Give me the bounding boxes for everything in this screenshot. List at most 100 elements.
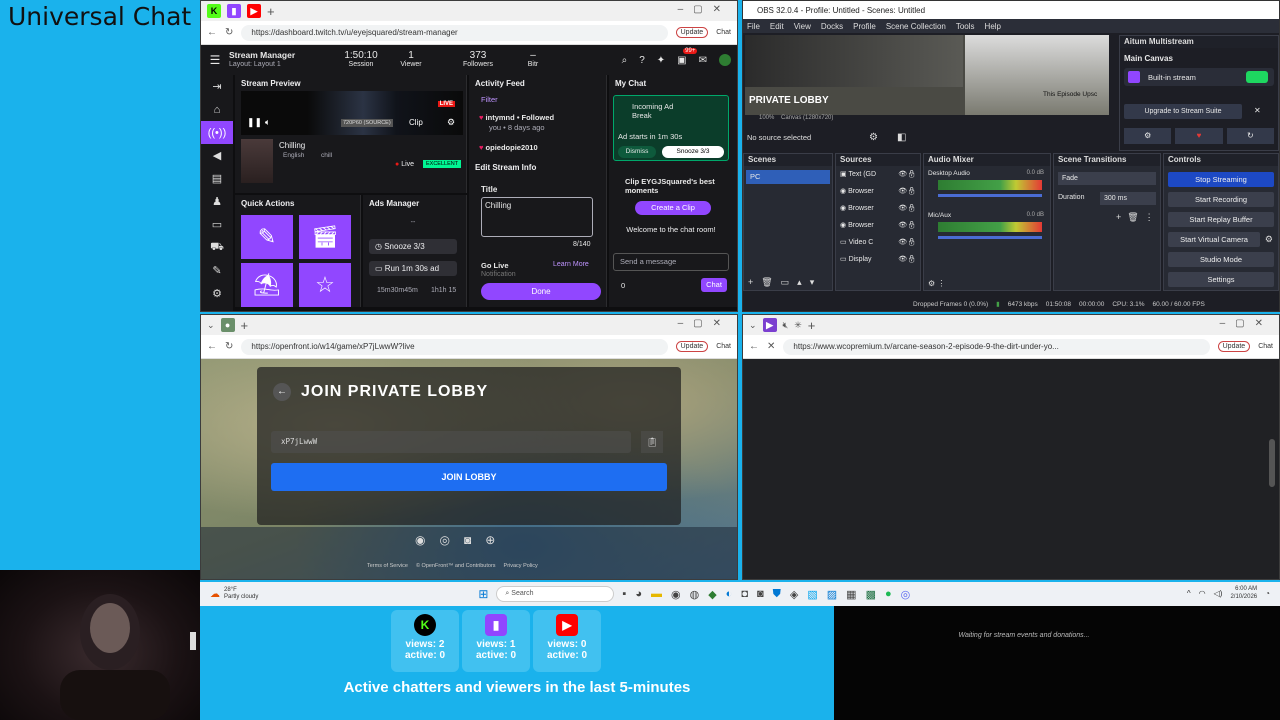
activity-user-2[interactable]: opiedopie2010: [486, 143, 538, 152]
learn-more-link[interactable]: Learn More: [553, 261, 589, 268]
window-controls[interactable]: –▢✕: [1220, 318, 1273, 329]
virtual-camera-settings-icon[interactable]: ⚙: [1265, 234, 1273, 245]
source-item[interactable]: ▣ Text (GD 👁︎🔒︎: [840, 166, 920, 183]
start-recording-button[interactable]: Start Recording: [1168, 192, 1274, 207]
terms-link[interactable]: Terms of Service: [367, 563, 408, 569]
task-view-icon[interactable]: ▪: [622, 588, 626, 601]
menu-scene-collection[interactable]: Scene Collection: [886, 22, 946, 31]
app-icon[interactable]: ◈: [790, 588, 798, 601]
dismiss-button[interactable]: Dismiss: [618, 146, 656, 158]
discord-icon[interactable]: ◎: [901, 588, 911, 601]
windows-start-icon[interactable]: ⊞: [478, 587, 488, 601]
youtube-tab-icon[interactable]: ▶: [247, 4, 261, 18]
edit-action-pencil-icon[interactable]: ✎: [241, 215, 293, 259]
update-button[interactable]: Update: [1217, 341, 1251, 352]
new-tab-icon[interactable]: +: [808, 318, 816, 333]
source-item[interactable]: ▭ Video C 👁︎🔒︎: [840, 234, 920, 251]
star-action-icon[interactable]: ☆: [299, 263, 351, 307]
duration-input[interactable]: 300 ms: [1100, 192, 1156, 205]
back-icon[interactable]: ←: [207, 27, 217, 38]
url-field[interactable]: https://www.wcopremium.tv/arcane-season-…: [783, 338, 1210, 355]
content-icon[interactable]: ▭: [201, 213, 233, 236]
source-item[interactable]: ◉ Browser 👁︎🔒︎: [840, 183, 920, 200]
url-field[interactable]: https://openfront.io/w14/game/xP7jLwwW?l…: [241, 338, 668, 355]
analytics-icon[interactable]: ▤: [201, 167, 233, 190]
chat-button[interactable]: Chat: [716, 343, 731, 350]
quality-selector[interactable]: 720P60 (SOURCE): [341, 119, 393, 127]
app-icon[interactable]: ◆: [708, 588, 716, 601]
mushroom-action-icon[interactable]: ⛱: [241, 263, 293, 307]
chrome-icon[interactable]: ◕: [635, 588, 642, 601]
collapse-icon[interactable]: ⇥: [201, 75, 233, 98]
chat-button[interactable]: Chat: [716, 29, 731, 36]
whispers-icon[interactable]: ✉: [699, 55, 707, 66]
transition-toolbar[interactable]: +🗑︎⋮: [1116, 212, 1160, 223]
mic-audio-slider[interactable]: [938, 236, 1042, 239]
stop-loading-icon[interactable]: ✕: [767, 341, 775, 352]
lobby-code-input[interactable]: xP7jLwwW: [271, 431, 631, 453]
paste-icon[interactable]: 📋︎: [641, 431, 663, 453]
window-controls[interactable]: –▢✕: [678, 318, 731, 329]
join-lobby-button[interactable]: JOIN LOBBY: [271, 463, 667, 491]
openfront-tab-icon[interactable]: ●: [220, 318, 235, 332]
update-button[interactable]: Update: [675, 341, 709, 352]
taskbar-search[interactable]: ⌕ Search: [496, 586, 615, 602]
app-icon[interactable]: ◍: [690, 588, 700, 601]
layout-label[interactable]: Layout: Layout 1: [229, 60, 341, 69]
file-explorer-icon[interactable]: ▬: [651, 588, 662, 601]
tab-list-icon[interactable]: ⌄: [207, 320, 215, 331]
update-button[interactable]: Update: [675, 27, 709, 38]
preview-video[interactable]: LIVE ❚❚ 🔈︎ 720P60 (SOURCE) Clip ⚙: [241, 91, 463, 135]
avatar[interactable]: [719, 54, 731, 66]
excel-icon[interactable]: ▩: [866, 588, 876, 601]
source-item[interactable]: ▭ Display 👁︎🔒︎: [840, 251, 920, 268]
home-icon[interactable]: ⌂: [201, 98, 233, 121]
settings-button[interactable]: Settings: [1168, 272, 1274, 287]
new-tab-icon[interactable]: +: [267, 4, 275, 19]
spotify-icon[interactable]: ●: [885, 588, 892, 601]
back-icon[interactable]: ←: [749, 341, 759, 352]
chat-send-button[interactable]: Chat: [701, 278, 727, 292]
settings-icon[interactable]: ⚙: [201, 282, 233, 305]
reddit-icon[interactable]: ◎: [439, 533, 449, 547]
source-filters-icon[interactable]: ◧: [897, 132, 906, 143]
tag-english[interactable]: English: [283, 152, 304, 159]
volume-icon[interactable]: ◁): [1214, 589, 1223, 598]
twitch-tab-icon[interactable]: ▮: [227, 4, 241, 18]
menu-edit[interactable]: Edit: [770, 22, 784, 31]
scene-item-pc[interactable]: PC: [746, 170, 830, 184]
discord-icon[interactable]: ◙: [464, 533, 471, 547]
menu-icon[interactable]: ☰: [201, 53, 229, 67]
source-item[interactable]: ◉ Browser 👁︎🔒︎: [840, 217, 920, 234]
activity-user[interactable]: intymnd: [486, 113, 515, 122]
tag-chill[interactable]: chill: [321, 152, 332, 159]
edge-icon[interactable]: ◐: [726, 588, 733, 601]
app-icon[interactable]: ▧: [807, 588, 817, 601]
clip-action-clapper-icon[interactable]: 🎬︎: [299, 215, 351, 259]
network-icon[interactable]: ◠: [1199, 589, 1206, 598]
steam-icon[interactable]: ◙: [757, 588, 764, 601]
menu-profile[interactable]: Profile: [853, 22, 876, 31]
page-scrollbar[interactable]: [1269, 439, 1275, 487]
audio-mixer-settings-icon[interactable]: ⚙ ⋮: [928, 279, 945, 288]
tab-list-icon[interactable]: ⌄: [749, 320, 757, 331]
snooze-ad-chat-button[interactable]: Snooze 3/3: [662, 146, 724, 158]
video-site-tab-icon[interactable]: ▶: [762, 318, 777, 332]
run-ad-button[interactable]: ▭ Run 1m 30s ad: [369, 261, 457, 276]
window-controls[interactable]: –▢✕: [678, 4, 731, 15]
ad-duration-options[interactable]: 15m30m45m: [377, 287, 418, 294]
app-icon[interactable]: ▦: [846, 588, 856, 601]
monetize-icon[interactable]: ⛟: [201, 236, 233, 259]
tools-icon[interactable]: ✎: [201, 259, 233, 282]
filter-link[interactable]: Filter: [481, 95, 498, 104]
promote-icon[interactable]: ◀: [201, 144, 233, 167]
source-properties-icon[interactable]: ⚙: [869, 132, 878, 143]
upgrade-button[interactable]: Upgrade to Stream Suite: [1124, 104, 1242, 119]
new-tab-icon[interactable]: +: [241, 318, 249, 333]
title-input[interactable]: Chilling: [481, 197, 593, 237]
clock[interactable]: 6:00 AM 2/10/2026: [1230, 585, 1257, 601]
pause-icon[interactable]: ❚❚: [247, 117, 262, 128]
builtin-stream-row[interactable]: Built-in stream: [1124, 68, 1274, 86]
stream-icon[interactable]: ((•)): [201, 121, 233, 144]
chat-input[interactable]: Send a message: [613, 253, 729, 271]
